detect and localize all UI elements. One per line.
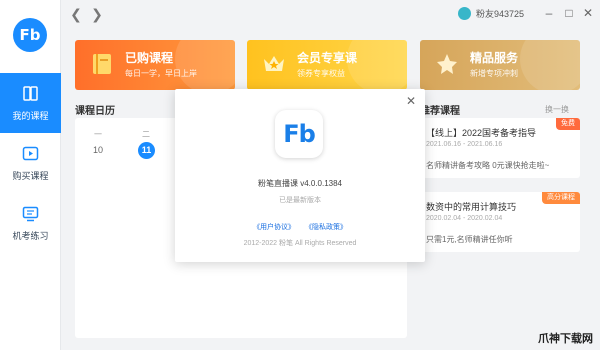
app-logo: Fb [13,18,47,52]
banner-subtitle: 领券专享权益 [297,69,345,78]
sidebar-item-my-courses[interactable]: 我的课程 [0,73,61,133]
sidebar-item-buy-courses[interactable]: 购买课程 [0,133,61,193]
sidebar-item-label: 我的课程 [12,111,49,121]
sidebar: Fb 我的课程 购买课程 机考练习 [0,0,61,350]
banner-title: 精品服务 [470,51,519,65]
app-icon: Fb [275,110,323,158]
back-icon[interactable]: ❮ [67,5,85,23]
maximize-icon[interactable]: □ [561,5,577,21]
top-bar: ❮ ❯ 粉友943725 – □ ✕ [61,0,600,28]
version-text: 粉笔直播课 v4.0.0.1384 [257,179,343,188]
calendar-day[interactable]: 10 [88,142,108,158]
copyright-text: 2012-2022 粉笔 All Rights Reserved [243,240,357,247]
username[interactable]: 粉友943725 [476,7,524,20]
course-tag: 免费 [556,118,580,130]
sidebar-item-label: 购买课程 [12,171,49,181]
calendar-title: 课程日历 [75,106,115,117]
course-title: 【线上】2022国考备考指导 [426,128,537,138]
forward-icon[interactable]: ❯ [88,5,106,23]
banner-purchased-courses[interactable]: 已购课程 每日一学，早日上岸 [75,40,235,90]
app-icon-text: Fb [283,120,316,148]
course-date: 2020.02.04 - 2020.02.04 [426,215,503,222]
course-date: 2021.06.16 - 2021.06.16 [426,141,503,148]
refresh-recommend-button[interactable]: 换一换 [545,104,569,115]
course-title: 数资中的常用计算技巧 [426,202,517,212]
calendar-weekday: 一 [94,130,102,139]
banner-premium-services[interactable]: 精品服务 新增专项冲刺 [420,40,580,90]
book-icon [93,54,111,74]
user-agreement-link[interactable]: 《用户协议》 [253,224,295,231]
sidebar-item-label: 机考练习 [12,231,49,241]
calendar-weekday: 二 [142,130,150,139]
watermark: 爪神下载网 [538,332,593,345]
recommend-title: 推荐课程 [420,106,460,117]
avatar[interactable] [458,7,471,20]
privacy-policy-link[interactable]: 《隐私政策》 [305,224,347,231]
banner-title: 已购课程 [125,51,174,65]
course-card[interactable]: 数资中的常用计算技巧 2020.02.04 - 2020.02.04 只需1元,… [420,192,580,252]
book-icon [23,86,38,101]
crown-icon [264,56,284,71]
banner-member-courses[interactable]: 会员专享课 领券专享权益 [247,40,407,90]
course-tag: 高分课程 [542,192,580,204]
minimize-icon[interactable]: – [541,5,557,21]
sidebar-item-exam-practice[interactable]: 机考练习 [0,193,61,253]
app-logo-text: Fb [19,26,41,44]
play-icon [22,146,39,161]
close-icon[interactable]: ✕ [404,94,418,108]
course-card[interactable]: 【线上】2022国考备考指导 2021.06.16 - 2021.06.16 名… [420,118,580,178]
diamond-icon [437,54,457,74]
exam-icon [22,206,39,222]
banner-subtitle: 每日一学，早日上岸 [125,69,197,78]
update-status: 已是最新版本 [279,197,321,204]
banner-subtitle: 新增专项冲刺 [470,69,518,78]
course-desc: 名师精讲备考攻略 0元课快抢走啦~ [426,161,550,170]
banner-title: 会员专享课 [297,51,358,65]
calendar-day-today[interactable]: 11 [138,142,155,159]
close-window-icon[interactable]: ✕ [580,5,596,21]
legal-links: 《用户协议》 《隐私政策》 [175,222,425,232]
course-desc: 只需1元,名师精讲任你听 [426,235,513,244]
